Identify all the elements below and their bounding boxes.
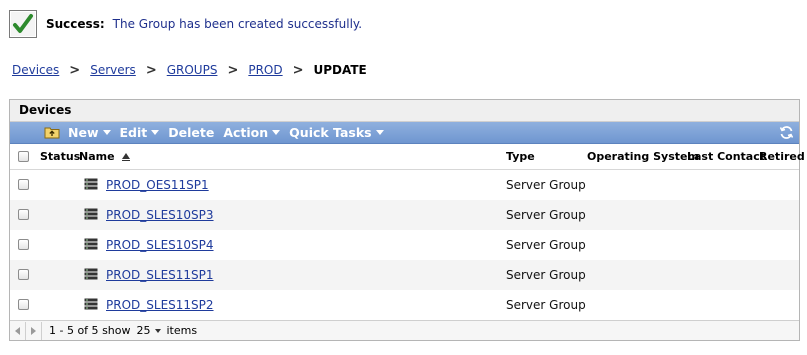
action-menu-label: Action — [223, 125, 269, 140]
checkmark-icon — [9, 10, 37, 38]
table-row: PROD_SLES10SP3 Server Group — [10, 200, 799, 230]
pager-summary: 1 - 5 of 5 show — [49, 324, 131, 337]
row-name-link[interactable]: PROD_SLES11SP1 — [106, 268, 214, 282]
folder-up-icon[interactable] — [44, 126, 60, 139]
chevron-down-icon — [151, 130, 160, 135]
row-name-link[interactable]: PROD_SLES10SP3 — [106, 208, 214, 222]
table-row: PROD_OES11SP1 Server Group — [10, 170, 799, 200]
sort-ascending-icon — [121, 152, 130, 161]
breadcrumb-current: UPDATE — [313, 63, 367, 77]
row-type: Server Group — [506, 208, 586, 222]
row-type: Server Group — [506, 178, 586, 192]
chevron-right-icon — [31, 326, 36, 335]
next-page-button[interactable] — [26, 321, 42, 340]
breadcrumb-devices[interactable]: Devices — [12, 63, 59, 77]
row-name-link[interactable]: PROD_OES11SP1 — [106, 178, 209, 192]
breadcrumb-separator: > — [292, 62, 304, 78]
table-header: Status Name Type Operating System Last C… — [10, 144, 805, 170]
table-row: PROD_SLES10SP4 Server Group — [10, 230, 799, 260]
quick-tasks-menu[interactable]: Quick Tasks — [289, 125, 384, 140]
pager: 1 - 5 of 5 show 25 items — [10, 320, 799, 340]
panel-title: Devices — [10, 100, 799, 122]
devices-panel: Devices New Edit Delete Action Quick Tas… — [9, 99, 805, 341]
breadcrumb: Devices > Servers > GROUPS > PROD > UPDA… — [12, 62, 367, 78]
row-name-link[interactable]: PROD_SLES10SP4 — [106, 238, 214, 252]
row-name-link[interactable]: PROD_SLES11SP2 — [106, 298, 214, 312]
row-type: Server Group — [506, 268, 586, 282]
row-checkbox[interactable] — [18, 209, 29, 220]
table-row: PROD_SLES11SP2 Server Group — [10, 290, 799, 320]
success-banner: Success: The Group has been created succ… — [9, 9, 362, 39]
server-group-icon — [84, 298, 98, 310]
server-group-icon — [84, 208, 98, 220]
row-checkbox[interactable] — [18, 269, 29, 280]
pager-show-label: show — [102, 324, 131, 337]
toolbar: New Edit Delete Action Quick Tasks — [10, 122, 799, 144]
column-name[interactable]: Name — [79, 150, 130, 163]
server-group-icon — [84, 268, 98, 280]
chevron-left-icon — [15, 326, 20, 335]
success-message: The Group has been created successfully. — [112, 17, 363, 31]
breadcrumb-servers[interactable]: Servers — [90, 63, 136, 77]
row-checkbox[interactable] — [18, 179, 29, 190]
pager-items-label: items — [166, 324, 198, 337]
page-size-value: 25 — [136, 324, 151, 337]
pager-range: 1 - 5 of 5 — [49, 324, 99, 337]
success-label: Success: — [46, 17, 105, 31]
edit-menu-label: Edit — [119, 125, 148, 140]
column-last-contact[interactable]: Last Contact — [687, 150, 765, 163]
row-checkbox[interactable] — [18, 239, 29, 250]
new-menu-label: New — [68, 125, 99, 140]
page-size-select[interactable]: 25 — [137, 324, 161, 337]
breadcrumb-separator: > — [69, 62, 81, 78]
new-menu[interactable]: New — [68, 125, 111, 140]
edit-menu[interactable]: Edit — [120, 125, 160, 140]
column-status[interactable]: Status — [40, 150, 80, 163]
breadcrumb-groups[interactable]: GROUPS — [167, 63, 218, 77]
table-row: PROD_SLES11SP1 Server Group — [10, 260, 799, 290]
previous-page-button[interactable] — [10, 321, 26, 340]
row-type: Server Group — [506, 298, 586, 312]
column-type[interactable]: Type — [506, 150, 535, 163]
breadcrumb-separator: > — [145, 62, 157, 78]
chevron-down-icon — [375, 130, 384, 135]
server-group-icon — [84, 238, 98, 250]
column-name-label: Name — [79, 150, 115, 163]
delete-button[interactable]: Delete — [168, 125, 214, 140]
refresh-icon[interactable] — [779, 125, 794, 140]
select-all-checkbox[interactable] — [18, 151, 29, 162]
column-retired[interactable]: Retired — [759, 150, 805, 163]
server-group-icon — [84, 178, 98, 190]
row-type: Server Group — [506, 238, 586, 252]
row-checkbox[interactable] — [18, 299, 29, 310]
action-menu[interactable]: Action — [223, 125, 281, 140]
chevron-down-icon — [154, 328, 161, 333]
breadcrumb-prod[interactable]: PROD — [248, 63, 282, 77]
column-operating-system[interactable]: Operating System — [587, 150, 699, 163]
breadcrumb-separator: > — [227, 62, 239, 78]
quick-tasks-label: Quick Tasks — [289, 125, 372, 140]
chevron-down-icon — [102, 130, 111, 135]
chevron-down-icon — [272, 130, 281, 135]
